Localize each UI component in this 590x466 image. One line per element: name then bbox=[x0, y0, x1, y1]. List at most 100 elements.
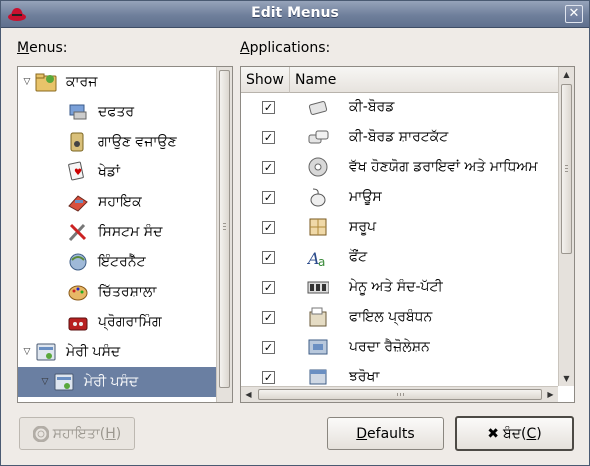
menu-tree-label: ਪ੍ਰੋਗਰਾਮਿੰਗ bbox=[98, 314, 162, 330]
menu-tree-label: ਕਾਰਜ bbox=[66, 74, 98, 90]
applications-label: Applications: bbox=[240, 40, 331, 56]
theme-icon bbox=[309, 218, 327, 236]
show-column-header[interactable]: Show bbox=[241, 67, 290, 93]
application-row[interactable]: ✓ ਸਰੂਪ bbox=[241, 213, 559, 243]
expander-arrow-icon[interactable]: ▽ bbox=[38, 377, 52, 387]
scroll-down-arrow-icon[interactable]: ▼ bbox=[559, 371, 574, 386]
application-row[interactable]: ✓ ਕੀ-ਬੋਰਡ bbox=[241, 93, 559, 123]
application-row[interactable]: ✓ ਮੇਨੂ ਅਤੇ ਸੰਦ-ਪੱਟੀ bbox=[241, 273, 559, 303]
application-name: ਸਰੂਪ bbox=[349, 219, 377, 235]
help-button[interactable]: ਸਹਾਇਤਾ(H) bbox=[19, 417, 135, 450]
programming-icon bbox=[68, 317, 88, 331]
show-checkbox[interactable]: ✓ bbox=[262, 371, 275, 384]
preferences-icon bbox=[36, 343, 56, 361]
application-row[interactable]: ✓ ਫਾਇਲ ਪ੍ਰਬੰਧਨ bbox=[241, 303, 559, 333]
show-checkbox[interactable]: ✓ bbox=[262, 251, 275, 264]
show-checkbox[interactable]: ✓ bbox=[262, 101, 275, 114]
application-row[interactable]: ✓ ਮਾਊਸ bbox=[241, 183, 559, 213]
menus-toolbars-icon bbox=[307, 281, 329, 294]
menu-tree-item[interactable]: ਦਫਤਰ bbox=[18, 97, 217, 127]
edit-menus-window: Edit Menus ✕ Menus: Applications: ▽ ਕਾਰਜ ਦ… bbox=[0, 0, 590, 466]
menu-tree-label: ਦਫਤਰ bbox=[98, 104, 135, 120]
apps-hscroll-thumb[interactable] bbox=[258, 389, 542, 400]
menu-tree-label: ਖੇਡਾਂ bbox=[98, 164, 120, 180]
application-name: ਪਰਦਾ ਰੈਜ਼ੋਲੇਸ਼ਨ bbox=[349, 339, 430, 355]
close-window-icon[interactable]: ✕ bbox=[565, 5, 583, 23]
accessories-icon bbox=[68, 195, 88, 212]
application-name: ਫੌਂਟ bbox=[349, 249, 368, 265]
show-checkbox[interactable]: ✓ bbox=[262, 311, 275, 324]
show-checkbox[interactable]: ✓ bbox=[262, 221, 275, 234]
show-checkbox[interactable]: ✓ bbox=[262, 161, 275, 174]
multimedia-icon bbox=[70, 132, 84, 152]
close-button[interactable]: ✖ ਬੰਦ(C) bbox=[455, 416, 574, 451]
application-row[interactable]: ✓ ਕੀ-ਬੋਰਡ ਸ਼ਾਰਟਕੱਟ bbox=[241, 123, 559, 153]
menu-tree-item[interactable]: ਗਾਉਣ ਵਜਾਉਣ bbox=[18, 127, 217, 157]
applications-list[interactable]: Show Name ✓ ਕੀ-ਬੋਰਡ ✓ ਕੀ-ਬੋਰਡ ਸ਼ਾਰਟਕੱਟ ✓ ਵੱਖ … bbox=[240, 66, 575, 403]
application-row[interactable]: ✓ Aa ਫੌਂਟ bbox=[241, 243, 559, 273]
window-title: Edit Menus bbox=[251, 5, 339, 21]
office-icon bbox=[69, 104, 87, 120]
application-name: ਮੇਨੂ ਅਤੇ ਸੰਦ-ਪੱਟੀ bbox=[349, 279, 443, 295]
keyboard-shortcuts-icon bbox=[308, 130, 329, 144]
svg-text:a: a bbox=[318, 255, 325, 268]
scroll-left-arrow-icon[interactable]: ◀ bbox=[241, 387, 256, 402]
menu-tree-item[interactable]: ♥ ਖੇਡਾਂ bbox=[18, 157, 217, 187]
application-row[interactable]: ✓ ਪਰਦਾ ਰੈਜ਼ੋਲੇਸ਼ਨ bbox=[241, 333, 559, 363]
application-name: ਫਾਇਲ ਪ੍ਰਬੰਧਨ bbox=[349, 309, 433, 325]
scroll-up-arrow-icon[interactable]: ▲ bbox=[559, 67, 574, 82]
expander-arrow-icon[interactable]: ▽ bbox=[20, 347, 34, 357]
defaults-button[interactable]: Defaults bbox=[327, 417, 444, 450]
menu-tree-item[interactable]: ▽ ਮੇਰੀ ਪਸੰਦ bbox=[18, 367, 217, 397]
menu-tree-item[interactable]: ਪ੍ਰੋਗਰਾਮਿੰਗ bbox=[18, 307, 217, 337]
close-x-icon: ✖ bbox=[487, 425, 499, 442]
menu-tree-item[interactable]: ਇੰਟਰਨੈੱਟ bbox=[18, 247, 217, 277]
application-name: ਝਰੋਖਾ bbox=[349, 369, 380, 385]
show-checkbox[interactable]: ✓ bbox=[262, 191, 275, 204]
menu-tree-label: ਸਿਸਟਮ ਸੰਦ bbox=[98, 224, 163, 240]
show-checkbox[interactable]: ✓ bbox=[262, 281, 275, 294]
menus-vertical-scrollbar[interactable] bbox=[216, 67, 232, 402]
apps-horizontal-scrollbar[interactable]: ◀ ▶ bbox=[241, 386, 558, 402]
graphics-icon bbox=[68, 285, 88, 301]
svg-text:♥: ♥ bbox=[74, 168, 82, 178]
menu-tree-label: ਮੇਰੀ ਪਸੰਦ bbox=[84, 374, 139, 390]
menu-tree-item[interactable]: ▽ ਮੇਰੀ ਪਸੰਦ bbox=[18, 337, 217, 367]
show-checkbox[interactable]: ✓ bbox=[262, 341, 275, 354]
menu-tree-item[interactable]: ▽ ਕਾਰਜ bbox=[18, 67, 217, 97]
name-column-header[interactable]: Name bbox=[290, 67, 559, 93]
application-name: ਕੀ-ਬੋਰਡ ਸ਼ਾਰਟਕੱਟ bbox=[349, 129, 449, 145]
expander-arrow-icon[interactable]: ▽ bbox=[20, 77, 34, 87]
menu-tree-item[interactable]: ਸਿਸਟਮ ਸੰਦ bbox=[18, 217, 217, 247]
menu-tree-label: ਇੰਟਰਨੈੱਟ bbox=[98, 254, 146, 270]
font-icon: Aa bbox=[307, 249, 325, 268]
menus-tree[interactable]: ▽ ਕਾਰਜ ਦਫਤਰ ਗਾਉਣ ਵਜਾਉਣ ♥ ਖੇਡਾਂ ਸਹਾਇਕ ਸਿਸਟਮ ਸੰਦ ਇ… bbox=[17, 66, 233, 403]
menus-scroll-thumb[interactable] bbox=[219, 70, 230, 388]
windows-icon bbox=[309, 369, 327, 385]
apps-scroll-thumb[interactable] bbox=[561, 84, 572, 254]
show-checkbox[interactable]: ✓ bbox=[262, 131, 275, 144]
menu-tree-item[interactable]: ਚਿੱਤਰਸ਼ਾਲਾ bbox=[18, 277, 217, 307]
preferences-icon bbox=[54, 373, 74, 391]
menu-tree-label: ਮੇਰੀ ਪਸੰਦ bbox=[66, 344, 121, 360]
mouse-icon bbox=[310, 188, 326, 207]
scroll-right-arrow-icon[interactable]: ▶ bbox=[543, 387, 558, 402]
title-bar[interactable]: Edit Menus ✕ bbox=[1, 1, 589, 28]
menus-label: Menus: bbox=[17, 40, 68, 56]
application-row[interactable]: ✓ ਝਰੋਖਾ bbox=[241, 363, 559, 387]
games-icon: ♥ bbox=[68, 161, 84, 181]
internet-icon bbox=[69, 253, 87, 271]
application-name: ਕੀ-ਬੋਰਡ bbox=[349, 99, 395, 115]
file-management-icon bbox=[309, 307, 327, 327]
menu-tree-item[interactable]: ਸਹਾਇਕ bbox=[18, 187, 217, 217]
screen-resolution-icon bbox=[308, 339, 328, 355]
help-lifebuoy-icon bbox=[32, 425, 49, 442]
apps-vertical-scrollbar[interactable]: ▲ ▼ bbox=[558, 67, 574, 386]
keyboard-icon bbox=[308, 101, 328, 115]
system-tools-icon bbox=[68, 223, 87, 242]
menu-tree-label: ਗਾਉਣ ਵਜਾਉਣ bbox=[98, 134, 177, 150]
removable-drives-icon bbox=[308, 157, 328, 177]
folder-icon bbox=[35, 73, 57, 92]
application-row[interactable]: ✓ ਵੱਖ ਹੋਣਯੋਗ ਡਰਾਇਵਾਂ ਅਤੇ ਮਾਧਿਅਮ bbox=[241, 153, 559, 183]
menu-tree-label: ਸਹਾਇਕ bbox=[98, 194, 142, 210]
